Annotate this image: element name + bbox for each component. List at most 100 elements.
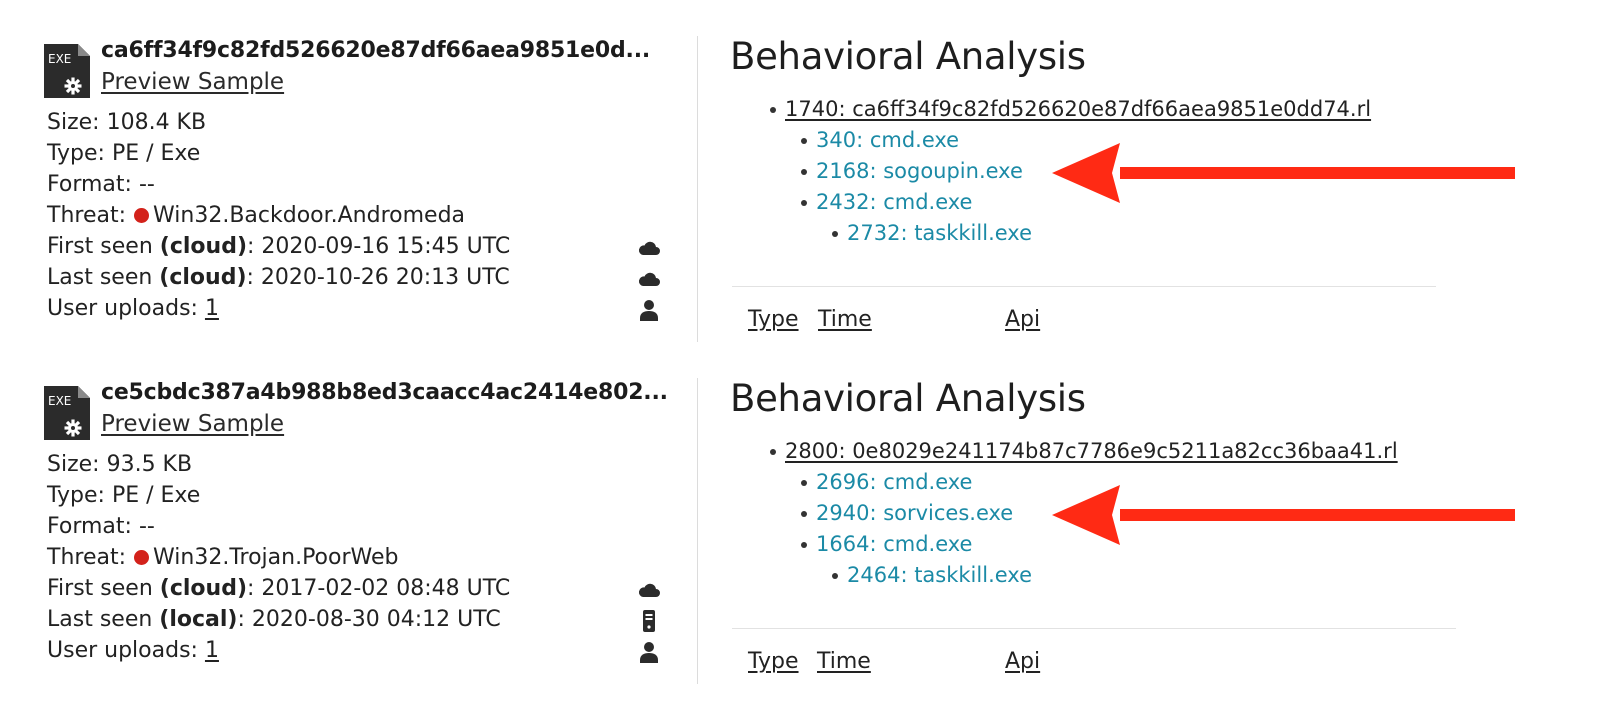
file-hash-title: ca6ff34f9c82fd526620e87df66aea9851e0d... <box>101 38 651 63</box>
last-seen-row: Last seen (local): 2020-08-30 04:12 UTC <box>47 604 677 635</box>
threat-indicator-dot <box>134 208 149 223</box>
threat-value: Win32.Trojan.PoorWeb <box>153 545 399 570</box>
size-label: Size: <box>47 452 100 477</box>
last-seen-label: Last seen <box>47 265 153 290</box>
sample-card: EXE ca6ff34f9c82fd526620e87df66aea9851e0… <box>0 0 1600 342</box>
bullet <box>770 107 776 113</box>
last-seen-row: Last seen (cloud): 2020-10-26 20:13 UTC <box>47 262 677 293</box>
server-icon <box>637 609 661 633</box>
first-seen-value: 2020-09-16 15:45 UTC <box>261 234 511 259</box>
exe-file-icon: EXE <box>42 42 92 100</box>
user-icon <box>637 640 661 664</box>
cloud-icon <box>637 236 661 260</box>
bullet <box>832 573 838 579</box>
red-annotation-arrow <box>1050 141 1520 205</box>
file-hash-title: ce5cbdc387a4b988b8ed3caacc4ac2414e802... <box>101 380 668 405</box>
grandchild-process-link[interactable]: 2732: taskkill.exe <box>847 221 1032 245</box>
first-seen-row: First seen (cloud): 2017-02-02 08:48 UTC <box>47 573 677 604</box>
format-value: -- <box>138 172 155 197</box>
child-process-link[interactable]: 1664: cmd.exe <box>816 532 972 556</box>
size-value: 93.5 KB <box>106 452 193 477</box>
last-seen-label: Last seen <box>47 607 153 632</box>
file-properties: Size: 108.4 KB Type: PE / Exe Format: --… <box>47 107 677 324</box>
child-process-link[interactable]: 2940: sorvices.exe <box>816 501 1013 525</box>
bullet <box>801 200 807 206</box>
svg-text:EXE: EXE <box>48 394 71 408</box>
type-label: Type: <box>47 141 105 166</box>
child-process-link[interactable]: 2168: sogoupin.exe <box>816 159 1023 183</box>
grandchild-process-link[interactable]: 2464: taskkill.exe <box>847 563 1032 587</box>
sample-card: EXE ce5cbdc387a4b988b8ed3caacc4ac2414e80… <box>0 342 1600 684</box>
bullet <box>801 138 807 144</box>
size-label: Size: <box>47 110 100 135</box>
column-header-api[interactable]: Api <box>1005 649 1040 674</box>
preview-sample-link[interactable]: Preview Sample <box>101 69 284 95</box>
type-label: Type: <box>47 483 105 508</box>
type-value: PE / Exe <box>111 141 201 166</box>
user-uploads-row: User uploads: 1 <box>47 635 677 666</box>
root-process-link[interactable]: 1740: ca6ff34f9c82fd526620e87df66aea9851… <box>785 97 1371 121</box>
user-uploads-label: User uploads: <box>47 638 198 663</box>
column-header-type[interactable]: Type <box>748 649 799 674</box>
bullet <box>770 449 776 455</box>
user-uploads-row: User uploads: 1 <box>47 293 677 324</box>
column-header-api[interactable]: Api <box>1005 307 1040 332</box>
column-header-time[interactable]: Time <box>818 307 872 332</box>
last-seen-source: (local) <box>159 607 238 632</box>
first-seen-source: (cloud) <box>159 234 247 259</box>
behavioral-analysis-title: Behavioral Analysis <box>730 35 1086 78</box>
format-label: Format: <box>47 514 132 539</box>
size-row: Size: 108.4 KB <box>47 107 677 138</box>
section-divider <box>732 286 1436 287</box>
bullet <box>801 511 807 517</box>
user-uploads-label: User uploads: <box>47 296 198 321</box>
cloud-icon <box>637 578 661 602</box>
exe-file-icon: EXE <box>42 384 92 442</box>
bullet <box>801 542 807 548</box>
type-row: Type: PE / Exe <box>47 480 677 511</box>
bullet <box>801 480 807 486</box>
column-header-type[interactable]: Type <box>748 307 799 332</box>
child-process-link[interactable]: 340: cmd.exe <box>816 128 959 152</box>
threat-indicator-dot <box>134 550 149 565</box>
size-row: Size: 93.5 KB <box>47 449 677 480</box>
process-node: 2732: taskkill.exe <box>832 218 1371 249</box>
format-value: -- <box>138 514 155 539</box>
user-uploads-count-link[interactable]: 1 <box>205 296 219 321</box>
first-seen-row: First seen (cloud): 2020-09-16 15:45 UTC <box>47 231 677 262</box>
threat-label: Threat: <box>47 545 126 570</box>
svg-text:EXE: EXE <box>48 52 71 66</box>
first-seen-label: First seen <box>47 576 153 601</box>
cloud-icon <box>637 267 661 291</box>
user-uploads-count-link[interactable]: 1 <box>205 638 219 663</box>
last-seen-source: (cloud) <box>159 265 247 290</box>
user-icon <box>637 298 661 322</box>
bullet <box>801 169 807 175</box>
first-seen-source: (cloud) <box>159 576 247 601</box>
behavioral-analysis-title: Behavioral Analysis <box>730 377 1086 420</box>
last-seen-value: 2020-10-26 20:13 UTC <box>260 265 510 290</box>
threat-label: Threat: <box>47 203 126 228</box>
format-label: Format: <box>47 172 132 197</box>
bullet <box>832 231 838 237</box>
panel-divider <box>697 36 698 342</box>
last-seen-value: 2020-08-30 04:12 UTC <box>251 607 501 632</box>
format-row: Format: -- <box>47 169 677 200</box>
first-seen-label: First seen <box>47 234 153 259</box>
child-process-link[interactable]: 2696: cmd.exe <box>816 470 972 494</box>
size-value: 108.4 KB <box>106 110 207 135</box>
process-node: 2464: taskkill.exe <box>832 560 1398 591</box>
file-properties: Size: 93.5 KB Type: PE / Exe Format: -- … <box>47 449 677 666</box>
format-row: Format: -- <box>47 511 677 542</box>
child-process-link[interactable]: 2432: cmd.exe <box>816 190 972 214</box>
section-divider <box>732 628 1456 629</box>
preview-sample-link[interactable]: Preview Sample <box>101 411 284 437</box>
first-seen-value: 2017-02-02 08:48 UTC <box>261 576 511 601</box>
root-process-link[interactable]: 2800: 0e8029e241174b87c7786e9c5211a82cc3… <box>785 439 1398 463</box>
threat-row: Threat: Win32.Backdoor.Andromeda <box>47 200 677 231</box>
threat-row: Threat: Win32.Trojan.PoorWeb <box>47 542 677 573</box>
red-annotation-arrow <box>1050 483 1520 547</box>
threat-value: Win32.Backdoor.Andromeda <box>153 203 466 228</box>
column-header-time[interactable]: Time <box>817 649 871 674</box>
type-row: Type: PE / Exe <box>47 138 677 169</box>
